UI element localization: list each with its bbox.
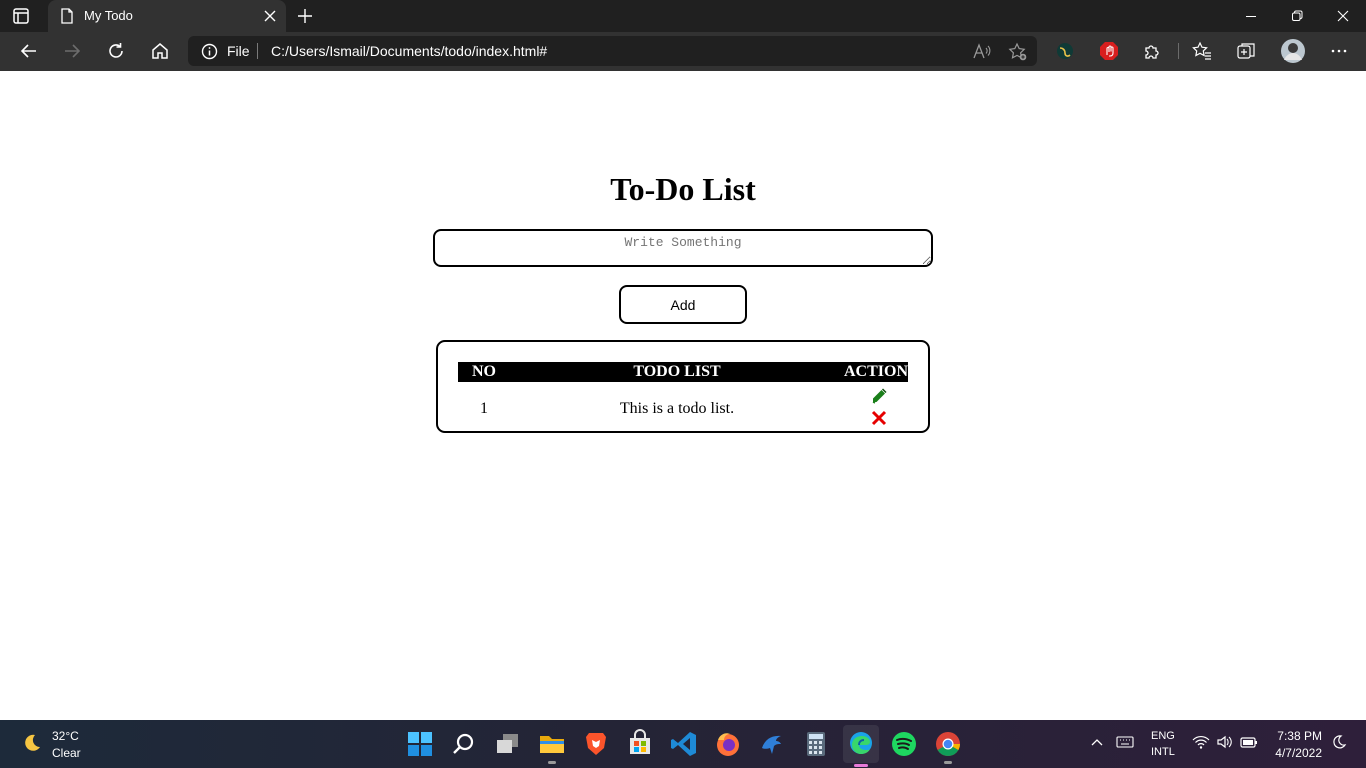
add-button[interactable]: Add [619,285,747,324]
extensions-icon[interactable] [1142,40,1164,62]
toolbar-divider [1178,43,1179,59]
clock-date[interactable]: 4/7/2022 [1275,746,1322,760]
column-header-action: ACTION [843,362,908,382]
language-code[interactable]: ENG [1151,730,1175,742]
keyboard-icon[interactable] [1116,734,1134,755]
todo-table-card: NO TODO LIST ACTION 1 This is a todo lis… [436,340,930,433]
active-indicator [854,764,868,767]
add-favorite-icon[interactable] [1008,42,1028,67]
security-label: File [227,43,250,59]
delete-x-icon[interactable] [871,410,887,431]
keyboard-layout[interactable]: INTL [1151,746,1175,758]
extension-icon[interactable] [1054,40,1076,62]
info-icon[interactable] [201,43,218,65]
home-icon[interactable] [150,41,170,66]
close-icon[interactable] [264,9,276,27]
back-icon[interactable] [19,41,39,66]
brave-icon[interactable] [580,728,612,760]
browser-toolbar: File C:/Users/Ismail/Documents/todo/inde… [0,32,1366,71]
divider [257,43,258,59]
collections-icon[interactable] [1235,40,1257,62]
battery-icon[interactable] [1240,734,1258,755]
chevron-up-icon[interactable] [1089,734,1105,755]
todo-table: NO TODO LIST ACTION 1 This is a todo lis… [458,362,908,431]
table-row: 1 This is a todo list. [458,382,908,431]
table-header-row: NO TODO LIST ACTION [458,362,908,382]
calculator-icon[interactable] [800,728,832,760]
column-header-todo: TODO LIST [510,362,844,382]
column-header-no: NO [458,362,510,382]
running-indicator [944,761,952,764]
file-explorer-icon[interactable] [536,728,568,764]
read-aloud-icon[interactable] [973,43,991,65]
url-text[interactable]: C:/Users/Ismail/Documents/todo/index.htm… [271,43,547,59]
edge-icon[interactable] [843,725,879,767]
dolphin-icon[interactable] [756,728,788,760]
search-icon[interactable] [448,728,480,760]
page-title: To-Do List [610,171,756,207]
window-close-icon[interactable] [1337,9,1349,27]
windows-taskbar: 32°C Clear ENG INTL 7:38 PM 4/7/2022 [0,720,1366,768]
edit-pencil-icon[interactable] [870,387,888,410]
running-indicator [548,761,556,764]
forward-icon [62,41,82,66]
clock-time[interactable]: 7:38 PM [1277,729,1322,743]
row-actions [844,382,908,431]
minimize-icon[interactable] [1245,9,1257,27]
weather-description[interactable]: Clear [52,746,81,760]
tab-title: My Todo [84,8,133,23]
wifi-icon[interactable] [1192,734,1210,755]
task-view-icon[interactable] [492,728,524,760]
vscode-icon[interactable] [668,728,700,760]
profile-avatar[interactable] [1280,38,1306,64]
chrome-icon[interactable] [932,728,964,764]
adblock-icon[interactable] [1098,40,1120,62]
todo-text: This is a todo list. [619,400,735,417]
document-icon [60,8,74,29]
tab-actions-icon[interactable] [12,7,36,25]
start-icon[interactable] [404,728,436,760]
browser-tab-strip: My Todo [0,0,1366,32]
moon-icon[interactable] [22,733,42,758]
spotify-icon[interactable] [888,728,920,760]
restore-icon[interactable] [1291,9,1303,27]
volume-icon[interactable] [1216,734,1234,755]
address-bar[interactable]: File C:/Users/Ismail/Documents/todo/inde… [188,36,1037,66]
notification-moon-icon[interactable] [1331,734,1347,755]
weather-temperature[interactable]: 32°C [52,729,79,743]
more-icon[interactable] [1328,40,1350,62]
page-content: To-Do List Add NO TODO LIST ACTION 1 Thi… [0,71,1366,720]
plus-icon[interactable] [296,7,314,30]
microsoft-store-icon[interactable] [624,728,656,760]
tab-my-todo[interactable]: My Todo [48,0,286,32]
refresh-icon[interactable] [106,41,126,66]
firefox-icon[interactable] [712,728,744,760]
todo-input[interactable] [433,229,933,267]
row-number: 1 [480,400,488,417]
favorites-icon[interactable] [1191,40,1213,62]
